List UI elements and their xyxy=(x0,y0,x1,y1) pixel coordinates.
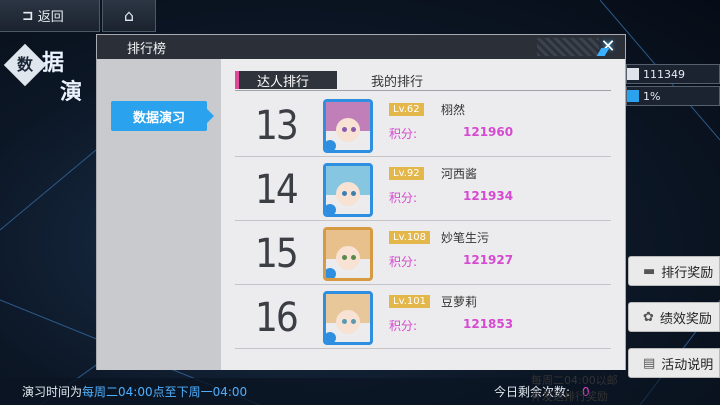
tab-data-drill[interactable]: 数据演习 xyxy=(111,101,214,131)
player-avatar[interactable] xyxy=(323,291,373,345)
score-label: 积分: xyxy=(389,255,418,269)
panel-sidebar: 数据演习 xyxy=(97,59,221,370)
player-name: 豆萝莉 xyxy=(441,295,478,309)
stat-score: 111349 xyxy=(626,64,720,84)
player-score: 121960 xyxy=(463,125,514,139)
reward-mail-note: 每周二04:00以邮件发送排行奖励 xyxy=(531,374,618,403)
player-score: 121927 xyxy=(463,253,514,267)
avatar-eye xyxy=(351,319,356,324)
stat-score-value: 111349 xyxy=(643,67,685,81)
player-level: Lv.108 xyxy=(389,231,430,244)
player-avatar[interactable] xyxy=(323,99,373,153)
avatar-face xyxy=(336,310,360,334)
avatar-eye xyxy=(342,319,347,324)
avatar-eye xyxy=(342,255,347,260)
ranking-row[interactable]: 16 Lv.101 豆萝莉积分: 121853 xyxy=(235,287,611,349)
gift-icon: ✿ xyxy=(643,309,654,325)
ranking-row[interactable]: 15 Lv.108 妙笔生污积分: 121927 xyxy=(235,223,611,285)
avatar-face xyxy=(336,118,360,142)
player-score: 121853 xyxy=(463,317,514,331)
player-name: 栩然 xyxy=(441,103,466,117)
player-name: 河西酱 xyxy=(441,167,478,181)
event-info-button[interactable]: ▤ 活动说明 xyxy=(628,348,720,378)
info-icon: ▤ xyxy=(643,355,656,371)
leaderboard-panel: 排行榜 ✕ 数据演习 达人排行 我的排行 13 Lv.62 栩然 积分: 121960 1… xyxy=(96,34,626,403)
avatar-eye xyxy=(351,255,356,260)
player-level: Lv.92 xyxy=(389,167,424,180)
ranking-content: 达人排行 我的排行 13 Lv.62 栩然 积分: 121960 14 Lv.92 河西酱 积分… xyxy=(221,59,625,403)
player-avatar[interactable] xyxy=(323,227,373,281)
rank-number: 13 xyxy=(255,103,299,149)
percent-icon xyxy=(627,90,639,102)
rank-number: 15 xyxy=(255,231,299,277)
tab-my-ranking[interactable]: 我的排行 xyxy=(371,71,423,90)
drill-time-range: 每周二04:00点至下周一04:00 xyxy=(82,385,248,399)
avatar-eye xyxy=(342,127,347,132)
back-button[interactable]: ⊐ 返回 xyxy=(0,0,100,32)
title-char-3: 演 xyxy=(60,80,83,105)
score-icon xyxy=(627,68,639,80)
ranking-reward-label: 排行奖励 xyxy=(661,265,714,281)
avatar-face xyxy=(336,246,360,270)
background-title: 数据 演 xyxy=(2,42,92,106)
ranking-row[interactable]: 13 Lv.62 栩然积分: 121960 xyxy=(235,95,611,157)
player-level: Lv.62 xyxy=(389,103,424,116)
avatar-corner-badge xyxy=(326,204,336,214)
back-label: 返回 xyxy=(37,10,64,25)
tab-top-ranking[interactable]: 达人排行 xyxy=(235,71,337,90)
ranking-reward-button[interactable]: ▬ 排行奖励 xyxy=(628,256,720,286)
score-label: 积分: xyxy=(389,319,418,333)
avatar-face xyxy=(336,182,360,206)
player-name: 妙笔生污 xyxy=(441,231,490,245)
close-icon[interactable]: ✕ xyxy=(597,37,619,57)
back-arrow-icon: ⊐ xyxy=(22,7,34,24)
avatar-corner-badge xyxy=(326,140,336,150)
avatar-eye xyxy=(351,127,356,132)
avatar-eye xyxy=(342,191,347,196)
avatar-eye xyxy=(351,191,356,196)
home-button[interactable]: ⌂ xyxy=(102,0,156,32)
stat-percent: 1% xyxy=(626,86,720,106)
avatar-corner-badge xyxy=(326,332,336,342)
panel-title: 排行榜 xyxy=(127,41,167,57)
panel-header: 排行榜 ✕ xyxy=(97,35,625,59)
rank-number: 16 xyxy=(255,295,299,341)
rank-number: 14 xyxy=(255,167,299,213)
performance-reward-button[interactable]: ✿ 绩效奖励 xyxy=(628,302,720,332)
player-level: Lv.101 xyxy=(389,295,430,308)
home-icon: ⌂ xyxy=(123,6,135,25)
stat-percent-value: 1% xyxy=(643,89,661,103)
player-avatar[interactable] xyxy=(323,163,373,217)
score-label: 积分: xyxy=(389,191,418,205)
event-info-label: 活动说明 xyxy=(661,357,714,373)
reward-icon: ▬ xyxy=(643,263,656,279)
player-score: 121934 xyxy=(463,189,514,203)
avatar-corner-badge xyxy=(326,268,336,278)
tab-divider xyxy=(235,90,611,91)
performance-reward-label: 绩效奖励 xyxy=(659,311,712,327)
header-stripes xyxy=(537,38,599,56)
score-label: 积分: xyxy=(389,127,418,141)
ranking-row[interactable]: 14 Lv.92 河西酱积分: 121934 xyxy=(235,159,611,221)
drill-time-info: 演习时间为每周二04:00点至下周一04:00 xyxy=(22,385,248,399)
